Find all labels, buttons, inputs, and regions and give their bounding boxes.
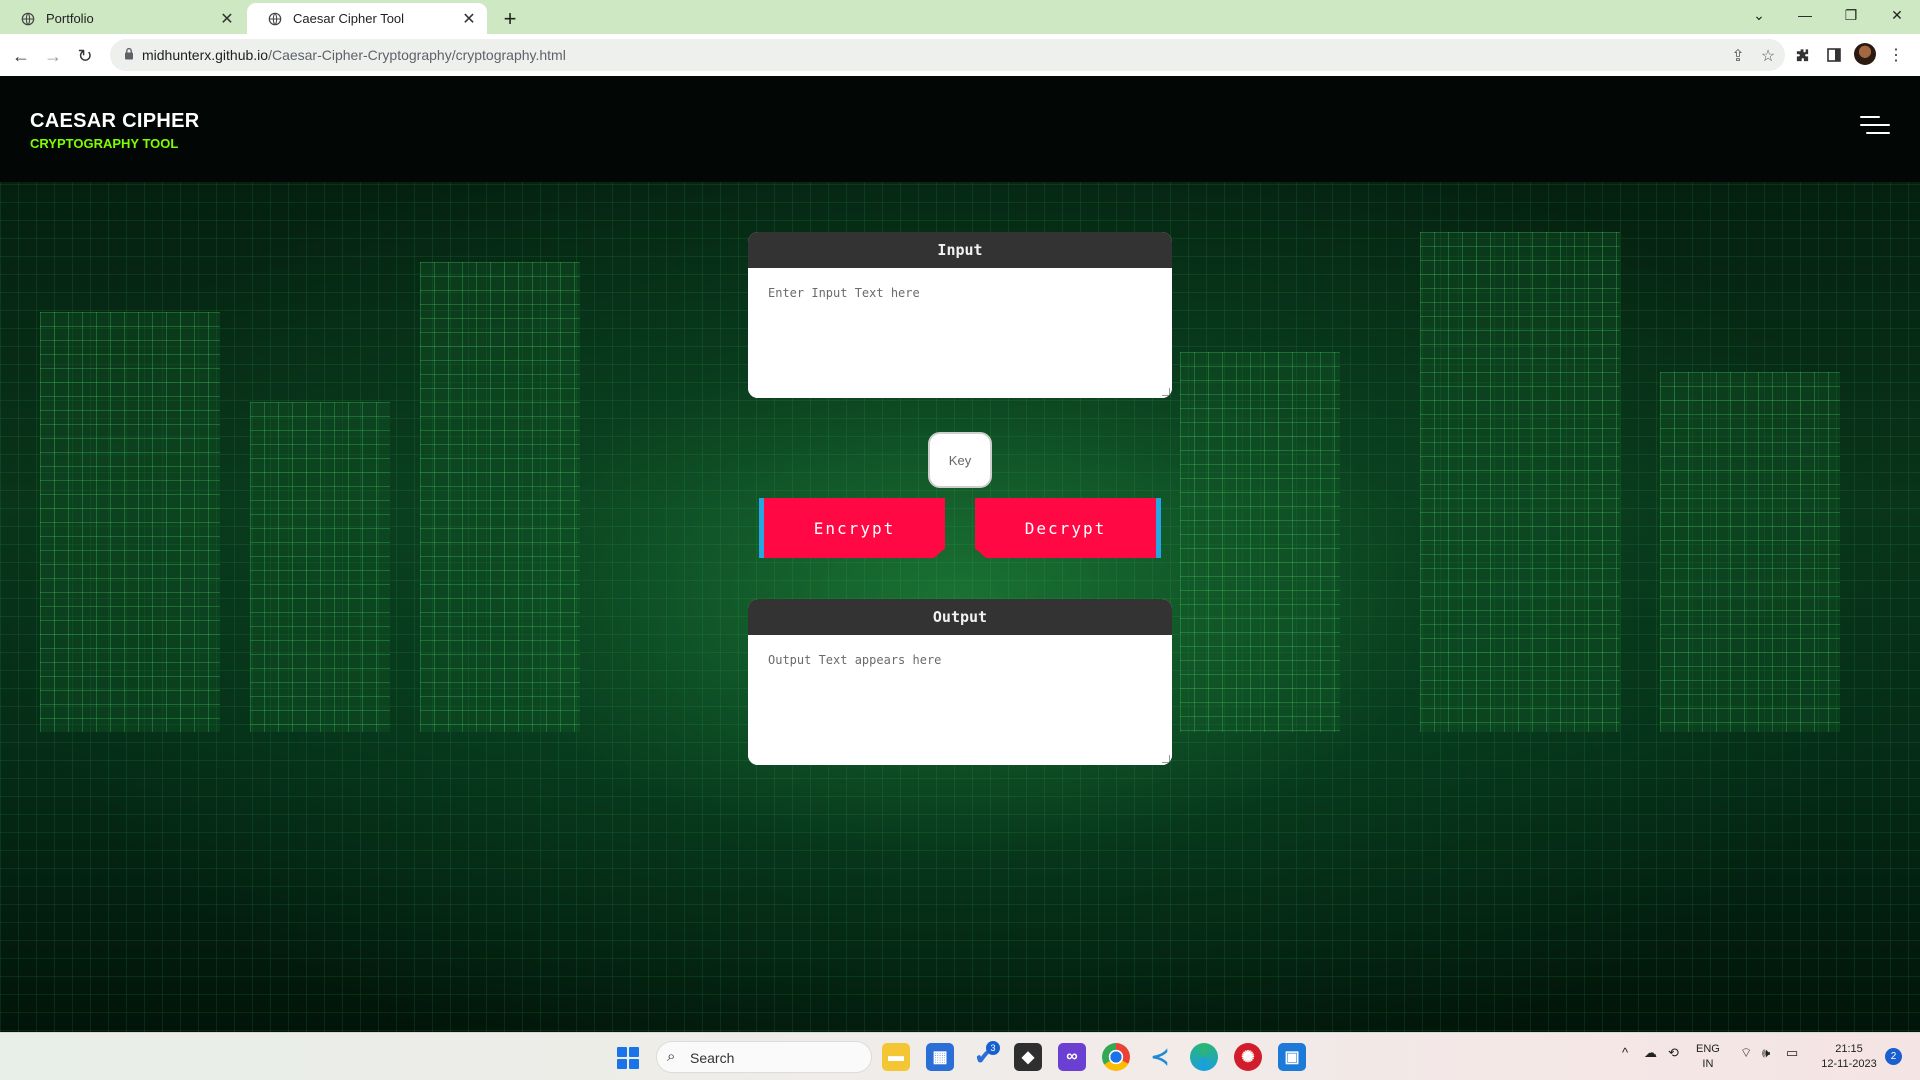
tab-portfolio[interactable]: Portfolio ✕ [0, 3, 245, 34]
background-building [40, 312, 220, 732]
output-panel: Output [748, 599, 1172, 765]
todo-badge: 3 [986, 1041, 1000, 1055]
background-building [1180, 352, 1340, 732]
unity-icon[interactable]: ◆ [1014, 1043, 1042, 1071]
sync-icon[interactable]: ⟲ [1668, 1045, 1679, 1061]
wifi-icon[interactable]: ⌔ [1740, 1045, 1752, 1061]
background-building [1660, 372, 1840, 732]
windows-start-icon[interactable] [617, 1047, 639, 1069]
microsoft-store-icon[interactable]: ▦ [926, 1043, 954, 1071]
restore-button[interactable]: ❐ [1828, 0, 1874, 30]
clock-time: 21:15 [1835, 1043, 1863, 1055]
brand-subtitle: CRYPTOGRAPHY TOOL [30, 136, 179, 151]
red-app-icon[interactable]: ✺ [1234, 1043, 1262, 1071]
volume-icon[interactable]: 🕪 [1762, 1045, 1770, 1061]
file-explorer-icon[interactable]: ▬ [882, 1043, 910, 1071]
bookmark-star-icon[interactable]: ☆ [1757, 45, 1779, 67]
vscode-icon[interactable]: ≺ [1146, 1043, 1174, 1071]
show-hidden-icons-chevron[interactable]: ^ [1622, 1045, 1628, 1060]
close-tab-icon[interactable]: ✕ [217, 9, 237, 29]
new-tab-button[interactable]: + [496, 5, 524, 33]
close-window-button[interactable]: ✕ [1874, 0, 1920, 30]
tab-title: Portfolio [46, 11, 94, 26]
taskbar-search-label: Search [690, 1050, 735, 1066]
url-path: /Caesar-Cipher-Cryptography/cryptography… [268, 47, 566, 63]
clock-date: 12-11-2023 [1821, 1058, 1877, 1070]
address-bar[interactable]: midhunterx.github.io/Caesar-Cipher-Crypt… [110, 39, 1785, 71]
taskbar: ⌕ Search ▬ ▦ ✔ 3 ◆ ∞ ≺ ✺ ▣ ^ ☁ ⟲ ENG IN … [0, 1032, 1920, 1080]
forward-icon[interactable]: → [40, 43, 66, 69]
chrome-icon[interactable] [1102, 1043, 1130, 1071]
encrypt-button[interactable]: Encrypt [759, 498, 945, 558]
notification-badge[interactable]: 2 [1885, 1048, 1902, 1065]
lock-icon [124, 47, 134, 65]
blue-app-icon[interactable]: ▣ [1278, 1043, 1306, 1071]
reload-icon[interactable]: ↻ [72, 43, 98, 69]
brand-title: CAESAR CIPHER [30, 110, 200, 132]
tab-title: Caesar Cipher Tool [293, 11, 405, 26]
onedrive-cloud-icon[interactable]: ☁ [1644, 1045, 1657, 1061]
output-label: Output [748, 599, 1172, 635]
profile-avatar[interactable] [1854, 43, 1876, 65]
search-icon: ⌕ [667, 1048, 676, 1065]
battery-icon[interactable]: ▭ [1786, 1045, 1798, 1061]
browser-tab-strip: Portfolio ✕ Caesar Cipher Tool ✕ + ⌄ — ❐… [0, 0, 1920, 34]
input-textarea[interactable] [748, 268, 1172, 398]
browser-toolbar: ← → ↻ midhunterx.github.io/Caesar-Cipher… [0, 34, 1920, 76]
url-host: midhunterx.github.io [142, 47, 269, 63]
hamburger-menu-icon[interactable] [1860, 116, 1890, 138]
close-tab-icon[interactable]: ✕ [459, 9, 479, 29]
language-indicator[interactable]: ENG IN [1696, 1042, 1720, 1072]
site-header: CAESAR CIPHER CRYPTOGRAPHY TOOL [0, 76, 1920, 182]
resize-handle-icon[interactable] [1162, 388, 1170, 396]
background-building [420, 262, 580, 732]
input-label: Input [748, 232, 1172, 268]
language-code: ENG [1696, 1043, 1720, 1055]
edge-icon[interactable] [1190, 1043, 1218, 1071]
background-building [250, 402, 390, 732]
extensions-icon[interactable] [1790, 43, 1814, 67]
web-page: CAESAR CIPHER CRYPTOGRAPHY TOOL Input En… [0, 76, 1920, 1032]
taskbar-search[interactable]: ⌕ Search [656, 1041, 872, 1073]
region-code: IN [1702, 1058, 1714, 1070]
key-input[interactable] [928, 432, 992, 488]
input-panel: Input [748, 232, 1172, 398]
output-textarea[interactable] [748, 635, 1172, 765]
brand[interactable]: CAESAR CIPHER CRYPTOGRAPHY TOOL [30, 110, 199, 151]
tab-search-icon[interactable]: ⌄ [1736, 0, 1782, 30]
minimize-button[interactable]: — [1782, 0, 1828, 30]
background-building [1420, 232, 1620, 732]
globe-icon [267, 11, 283, 27]
decrypt-button[interactable]: Decrypt [975, 498, 1161, 558]
globe-icon [20, 11, 36, 27]
visual-studio-icon[interactable]: ∞ [1058, 1043, 1086, 1071]
url-text: midhunterx.github.io/Caesar-Cipher-Crypt… [142, 47, 566, 63]
system-clock[interactable]: 21:15 12-11-2023 [1817, 1042, 1881, 1072]
resize-handle-icon[interactable] [1162, 755, 1170, 763]
more-menu-icon[interactable]: ⋮ [1884, 43, 1908, 67]
share-icon[interactable]: ⇪ [1727, 45, 1749, 67]
side-panel-icon[interactable] [1822, 43, 1846, 67]
back-icon[interactable]: ← [8, 43, 34, 69]
tab-caesar-cipher-tool[interactable]: Caesar Cipher Tool ✕ [247, 3, 487, 34]
